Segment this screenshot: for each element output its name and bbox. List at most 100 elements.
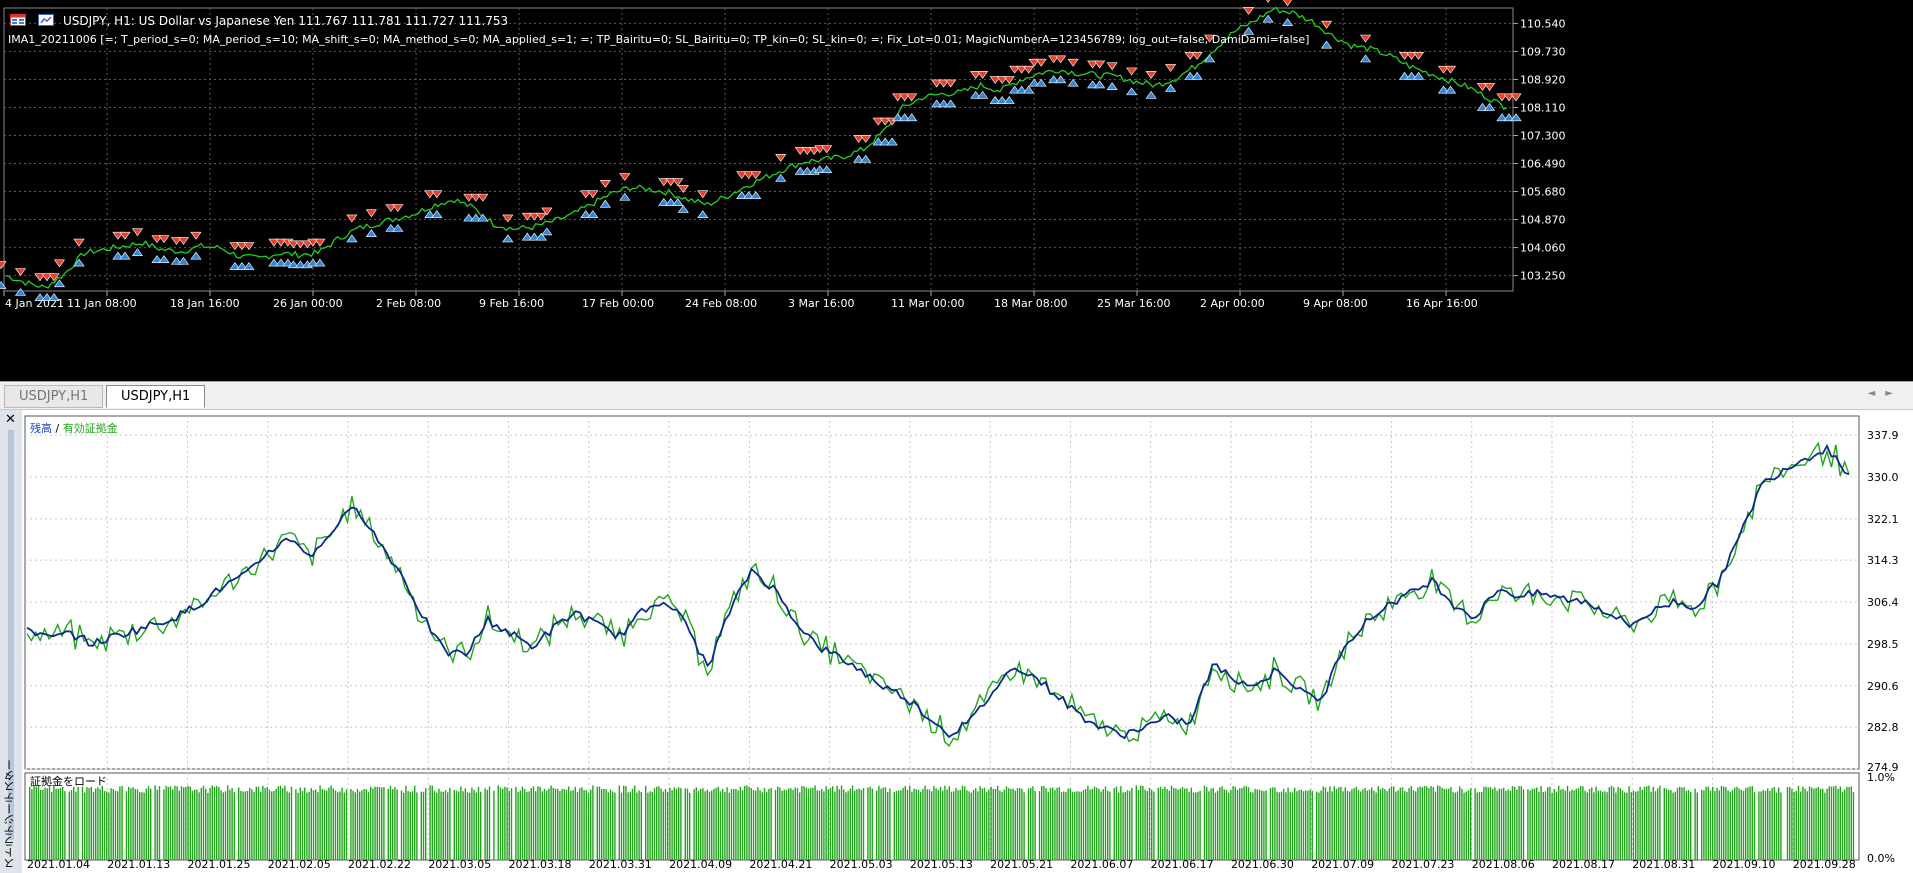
margin-bar [1604,791,1606,860]
margin-bar [1628,786,1630,860]
sell-arrow-icon [1444,65,1457,74]
margin-bar [1146,791,1148,860]
margin-bar [62,787,64,860]
margin-bar [711,790,713,860]
margin-bar [887,792,889,860]
margin-bar [548,788,550,860]
buy-arrow-icon [619,192,631,201]
margin-bar [664,789,667,860]
margin-bar [372,788,374,860]
margin-bar [587,792,590,860]
margin-bar [279,785,282,860]
margin-bar [603,788,605,860]
margin-bar [801,785,803,860]
margin-bar [911,791,913,860]
margin-bar [1685,791,1687,860]
margin-bar [108,792,110,860]
sell-arrow-icon [0,261,7,270]
margin-bar [524,789,526,860]
margin-bar [471,787,473,860]
margin-bar [1353,788,1355,860]
margin-bar [330,785,332,860]
margin-bar [1245,786,1247,860]
margin-bar [268,789,271,860]
margin-bar [1065,791,1067,860]
margin-bar [719,791,722,860]
margin-bar [1575,788,1577,860]
margin-bar [627,792,629,860]
balance-axis-label: 330.0 [1867,471,1899,484]
margin-bar [1470,788,1472,860]
margin-bar [1399,787,1401,860]
margin-bar [332,788,334,860]
margin-bar [1023,792,1025,860]
margin-bar [836,785,838,860]
margin-bar [117,791,119,860]
margin-bar [229,789,231,860]
margin-bar [1456,791,1459,860]
margin-bar [526,791,528,860]
margin-bar [913,788,915,860]
close-icon[interactable]: ✕ [5,412,16,427]
margin-bar [1294,787,1296,860]
margin-bar [878,785,880,860]
margin-bar [1681,787,1683,860]
margin-bar [1621,790,1624,860]
margin-bar [1734,787,1736,860]
margin-bar [1707,786,1709,860]
balance-axis-label: 282.8 [1867,721,1899,734]
margin-bar [1027,788,1030,860]
tab-scroll-arrows[interactable]: ◄► [1868,388,1903,399]
margin-bar [931,791,933,860]
price-chart-panel[interactable]: 110.540 109.730 108.920 108.110 107.300 106.4… [0,0,1913,381]
date-axis-label: 2021.03.31 [589,858,652,871]
margin-bar [726,787,728,860]
margin-bar [1564,790,1566,860]
price-axis-label: 108.920 [1520,73,1566,86]
margin-bar [1626,792,1628,860]
margin-bar [1668,790,1670,860]
margin-bar [1672,792,1674,860]
margin-bar [1250,792,1252,860]
buy-arrow-icon [1165,83,1177,92]
time-axis-label: 24 Feb 08:00 [685,297,757,310]
sell-arrow-icon [1003,76,1015,85]
margin-bar [1300,789,1302,860]
tab-usdjpy-h1-first[interactable]: USDJPY,H1 [4,385,104,408]
margin-bar [42,789,44,860]
price-axis-label: 108.110 [1520,101,1566,114]
margin-bar [944,785,946,860]
margin-bar [1087,785,1089,860]
tester-graph-canvas[interactable]: 337.9 330.0 322.1 314.3 306.4 298.5 290.6 282.8… [22,410,1913,873]
margin-bar [216,785,218,860]
margin-bar [86,787,88,860]
expert-advisor-icon[interactable] [38,14,54,26]
margin-bar [1170,785,1173,860]
margin-bar [275,789,277,860]
margin-bar [532,786,535,860]
margin-bar [242,791,244,860]
margin-bar [972,789,975,860]
margin-bar [473,789,475,860]
margin-bar [649,791,651,860]
time-axis-label: 18 Mar 08:00 [994,297,1067,310]
buy-arrow-icon [1023,85,1035,94]
price-chart-canvas[interactable]: 110.540 109.730 108.920 108.110 107.300 106.4… [0,0,1913,381]
margin-bar [1718,790,1720,860]
margin-bar [1606,792,1608,860]
margin-bar [106,791,108,860]
margin-bar [1190,787,1192,860]
margin-bar [1181,787,1184,860]
tab-usdjpy-h1-second[interactable]: USDJPY,H1 [106,385,206,408]
margin-bar [757,787,759,860]
margin-bar [1342,791,1344,860]
margin-bar [1602,791,1604,860]
margin-bar [497,785,499,860]
margin-bar [1580,786,1582,860]
margin-bar [460,786,462,860]
margin-bar [1489,787,1492,860]
margin-bar [790,788,792,860]
margin-bar [510,788,513,860]
margin-bar [1316,791,1318,860]
margin-bar [1720,785,1723,860]
